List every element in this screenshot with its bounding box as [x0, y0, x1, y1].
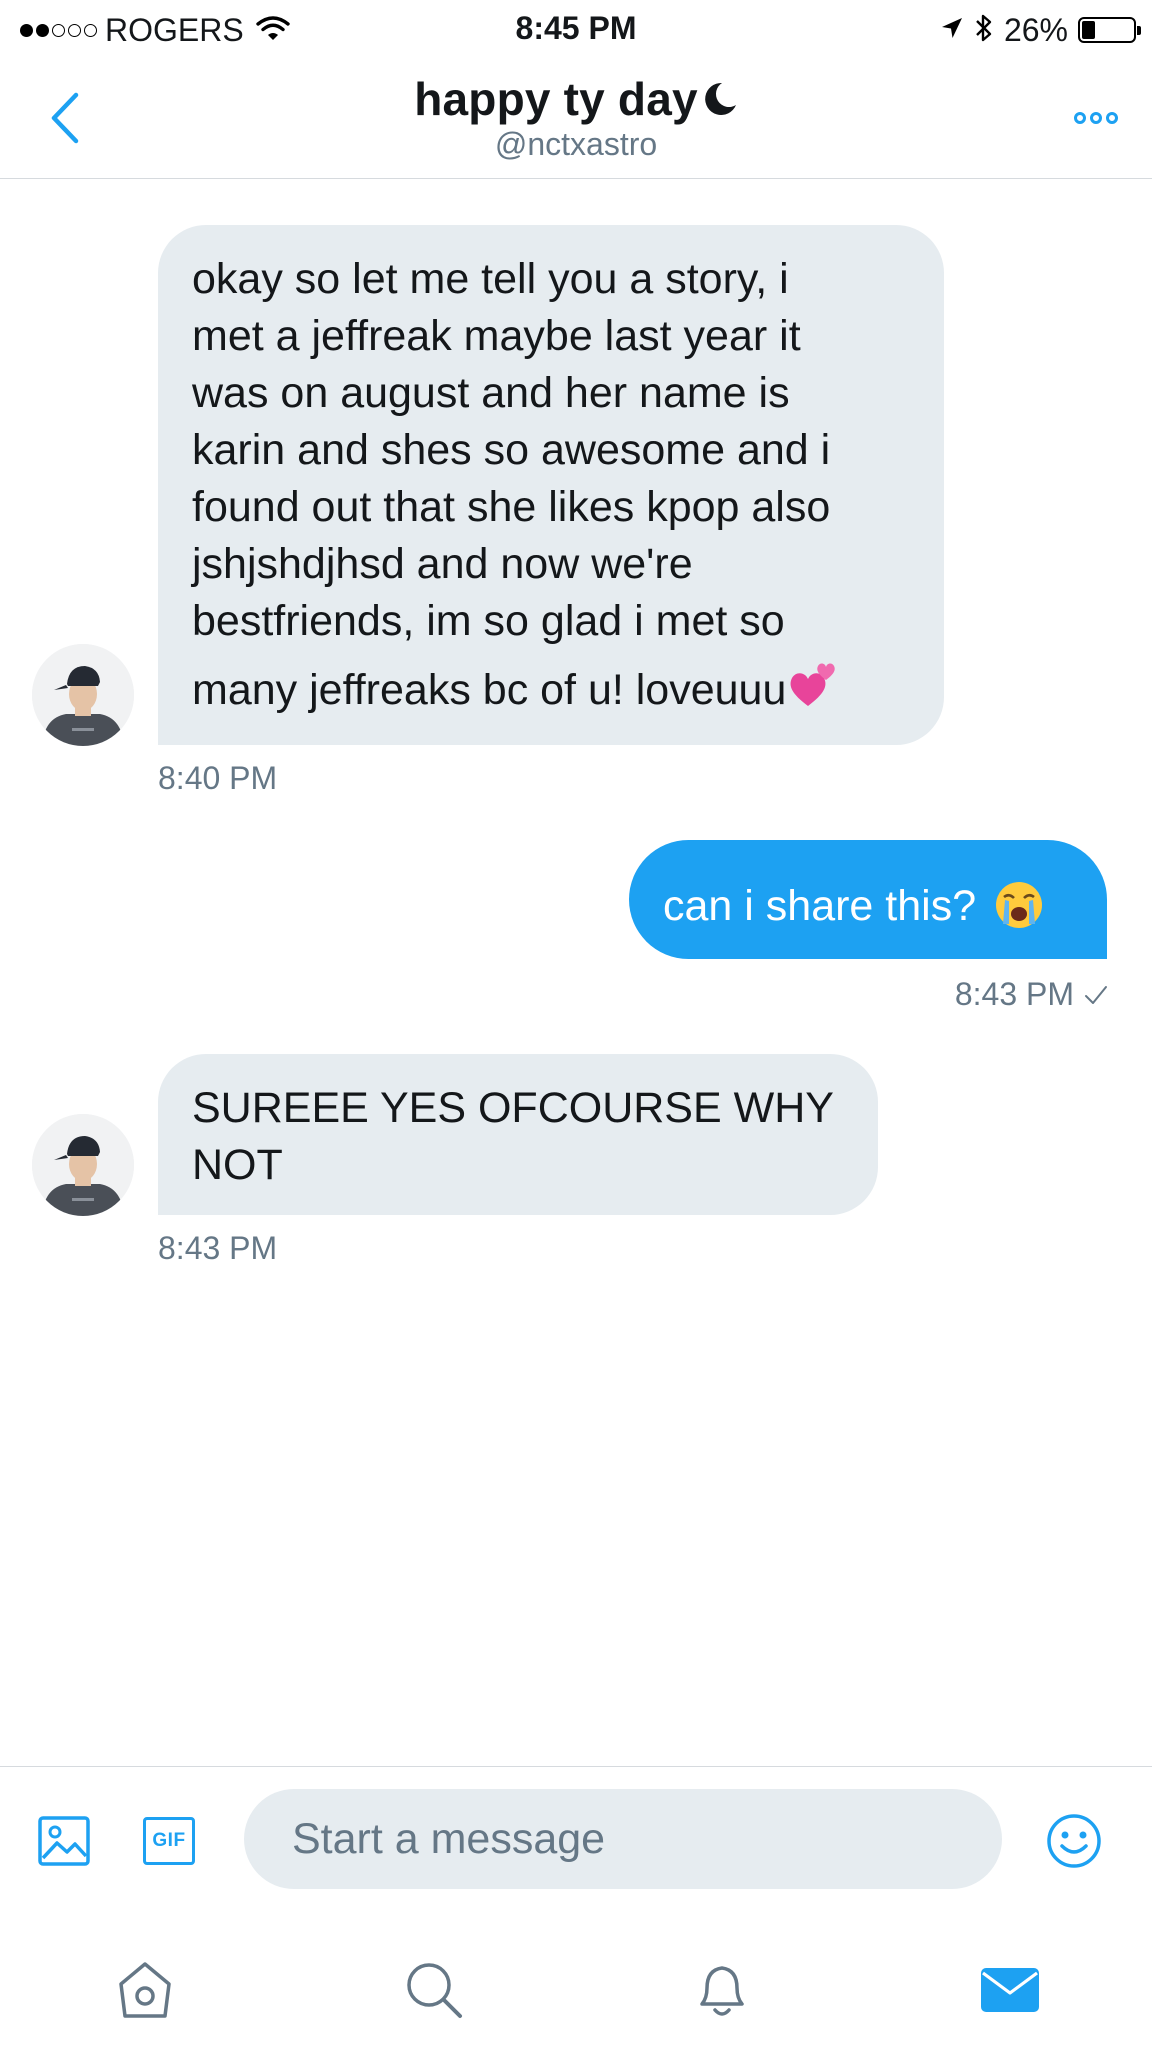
- message-line: karin and shes so awesome and i: [192, 426, 831, 474]
- conversation-handle: @nctxastro: [494, 126, 658, 162]
- crescent-moon-icon: [704, 82, 736, 115]
- tab-home[interactable]: [105, 1950, 185, 2030]
- conversation-title: happy ty day: [0, 72, 1152, 126]
- more-dot: [1106, 112, 1118, 124]
- emoji-smile-icon: [1047, 1814, 1101, 1868]
- message-status: 8:43 PM: [955, 976, 1108, 1013]
- more-dots-icon: [1074, 112, 1086, 124]
- battery-percent: 26%: [1003, 11, 1068, 48]
- messages-envelope-icon: [981, 1968, 1039, 2012]
- compose-bar: GIF: [0, 1766, 1152, 1911]
- message-timestamp: 8:43 PM: [158, 1230, 278, 1266]
- bluetooth-icon: [974, 12, 994, 49]
- gif-icon: GIF: [143, 1817, 195, 1865]
- conversation-header: happy ty day @nctxastro: [0, 58, 1152, 179]
- add-gif-button[interactable]: GIF: [140, 1815, 198, 1867]
- message-bubble-outgoing[interactable]: can i share this?: [629, 840, 1107, 959]
- message-timestamp: 8:40 PM: [158, 760, 278, 796]
- profile-photo: [32, 1114, 134, 1216]
- conversation-name: happy ty day: [414, 73, 698, 125]
- tab-search[interactable]: [394, 1950, 474, 2030]
- image-icon: [38, 1816, 90, 1866]
- status-bar: ROGERS 8:45 PM 26%: [0, 0, 1152, 58]
- checkmark-icon: [1085, 985, 1107, 1004]
- battery-icon: [1078, 17, 1141, 43]
- message-line: bestfriends, im so glad i met so: [192, 597, 785, 645]
- message-line: NOT: [192, 1141, 283, 1189]
- home-icon: [119, 1962, 171, 2018]
- message-line: SUREEE YES OFCOURSE WHY: [192, 1084, 834, 1132]
- message-line: was on august and her name is: [192, 369, 790, 417]
- message-bubble-incoming[interactable]: okay so let me tell you a story, i met a…: [158, 225, 944, 745]
- tab-notifications[interactable]: [682, 1950, 762, 2030]
- two-hearts-emoji: [790, 663, 836, 706]
- message-text: can i share this?: [663, 882, 977, 930]
- avatar[interactable]: [32, 1114, 134, 1216]
- gif-label: GIF: [152, 1830, 186, 1851]
- message-line: found out that she likes kpop also: [192, 483, 831, 531]
- tab-messages[interactable]: [970, 1950, 1050, 2030]
- search-icon: [407, 1963, 462, 2018]
- profile-photo: [32, 644, 134, 746]
- message-last-line: many jeffreaks bc of u! loveuuu: [192, 658, 910, 719]
- add-photo-button[interactable]: [34, 1813, 94, 1869]
- tab-bar: [0, 1910, 1152, 2048]
- message-timestamp: 8:43 PM: [954, 976, 1074, 1012]
- message-line: met a jeffreak maybe last year it: [192, 312, 801, 360]
- avatar[interactable]: [32, 644, 134, 746]
- status-right: 26%: [940, 10, 1141, 50]
- message-bubble-incoming[interactable]: SUREEE YES OFCOURSE WHY NOT: [158, 1054, 878, 1215]
- more-options-button[interactable]: [1068, 106, 1124, 130]
- emoji-button[interactable]: [1044, 1811, 1104, 1871]
- notifications-bell-icon: [700, 1966, 744, 2016]
- message-line: jshjshdjhsd and now we're: [192, 540, 693, 588]
- more-dot: [1090, 112, 1102, 124]
- message-line: many jeffreaks bc of u! loveuuu: [192, 666, 787, 714]
- message-input[interactable]: [244, 1789, 1002, 1889]
- message-line: okay so let me tell you a story, i: [192, 255, 789, 303]
- loudly-crying-face-emoji: [996, 882, 1043, 928]
- header-titles[interactable]: happy ty day @nctxastro: [0, 72, 1152, 163]
- location-arrow-icon: [940, 16, 964, 45]
